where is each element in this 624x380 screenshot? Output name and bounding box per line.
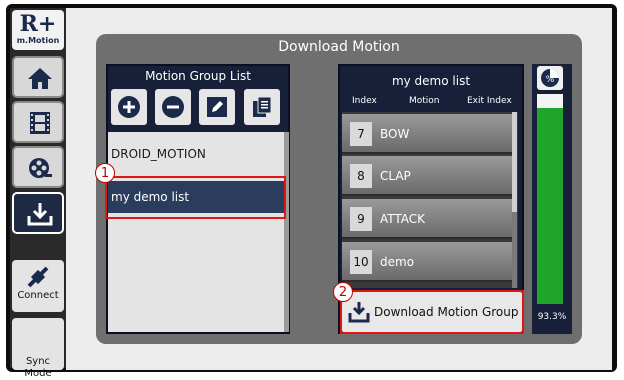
gauge-percent-text: 93.3% <box>537 312 567 322</box>
copy-group-button[interactable] <box>244 89 280 125</box>
motion-row[interactable]: 8 CLAP <box>342 156 512 196</box>
highlight-box-2 <box>340 290 524 334</box>
percent-glyph: % <box>546 75 555 85</box>
motion-name: BOW <box>380 127 410 141</box>
column-header-motion: Motion <box>409 96 440 106</box>
home-button[interactable] <box>12 56 64 98</box>
film-icon <box>30 112 50 134</box>
motion-row[interactable]: 10 demo <box>342 242 512 282</box>
scrollbar-thumb[interactable] <box>512 112 517 212</box>
logo-subtext: m.Motion <box>16 36 60 45</box>
plus-circle-icon <box>118 96 140 118</box>
highlight-box-1 <box>105 176 286 219</box>
download-nav-button[interactable] <box>12 192 64 234</box>
percent-pie-icon: % <box>537 66 563 90</box>
motion-list-title: my demo list <box>391 74 471 88</box>
edit-group-button[interactable] <box>199 89 235 125</box>
motion-name: demo <box>380 255 415 269</box>
gauge-fill <box>537 108 563 304</box>
group-item-droid-motion[interactable]: DROID_MOTION <box>108 138 284 170</box>
group-list-scrollbar[interactable] <box>284 132 289 332</box>
motion-index: 10 <box>350 250 372 274</box>
gauge-track <box>537 94 563 304</box>
home-icon <box>28 68 52 89</box>
column-header-exit-index: Exit Index <box>467 96 512 106</box>
annotation-badge-1: 1 <box>95 163 115 183</box>
motion-index: 7 <box>350 122 372 146</box>
download-icon <box>27 203 53 226</box>
motion-name: CLAP <box>380 169 411 183</box>
logo-mark: R+ <box>19 11 57 37</box>
motion-play-button[interactable] <box>12 146 64 188</box>
motion-row[interactable]: 9 ATTACK <box>342 199 512 239</box>
column-header-index: Index <box>352 96 377 106</box>
motion-name: ATTACK <box>380 212 426 226</box>
connect-label: Connect <box>17 290 59 301</box>
motion-editor-button[interactable] <box>12 101 64 143</box>
document-copy-icon <box>253 96 272 117</box>
connect-button[interactable]: Connect <box>12 260 64 312</box>
motion-row[interactable]: 7 BOW <box>342 114 512 154</box>
motion-index: 8 <box>350 164 372 188</box>
plug-icon <box>27 266 49 288</box>
sync-mode-label: Sync Mode <box>24 356 52 379</box>
motion-list: 7 BOW 8 CLAP 9 ATTACK 10 demo <box>342 112 518 288</box>
motion-index: 9 <box>350 207 372 231</box>
pie-chart-icon: % <box>541 69 559 87</box>
remove-group-button[interactable] <box>155 89 191 125</box>
film-reel-icon <box>29 158 52 178</box>
app-logo: R+ m.Motion <box>12 10 64 50</box>
minus-circle-icon <box>162 96 184 118</box>
annotation-badge-2: 2 <box>333 282 353 302</box>
add-group-button[interactable] <box>111 89 147 125</box>
motion-list-scrollbar[interactable] <box>512 112 517 288</box>
motion-group-list-title: Motion Group List <box>145 69 251 83</box>
pencil-icon <box>207 97 227 117</box>
panel-title: Download Motion <box>278 39 400 55</box>
sync-mode-button[interactable]: Sync Mode <box>12 318 64 379</box>
